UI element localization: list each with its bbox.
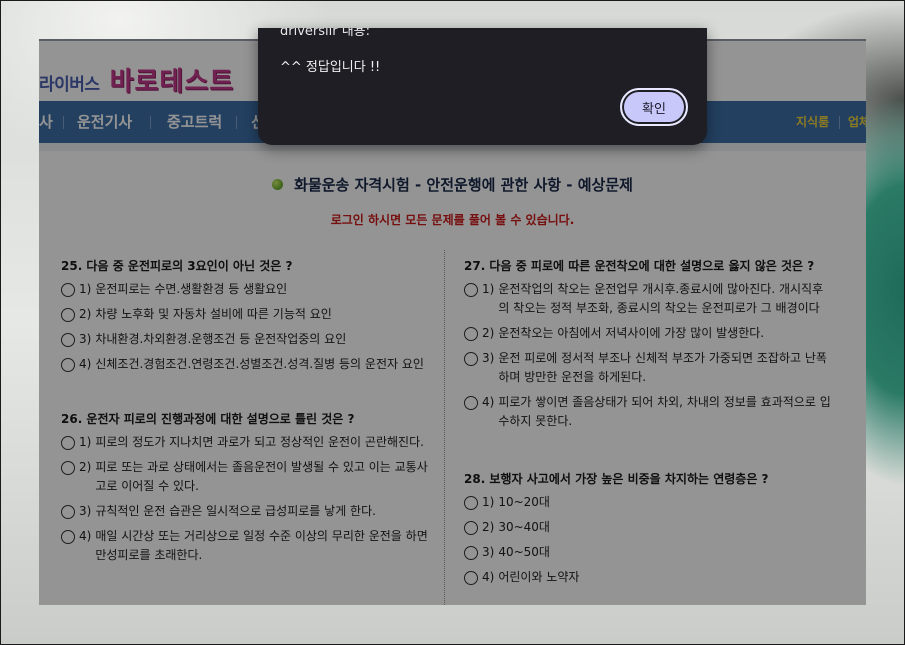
dialog-message: ^^ 정답입니다 !! [280,60,381,75]
dialog-origin-text: driverslir 내용: [280,28,371,39]
alert-dialog: driverslir 내용: ^^ 정답입니다 !! 확인 [258,28,707,145]
confirm-button[interactable]: 확인 [620,88,688,126]
